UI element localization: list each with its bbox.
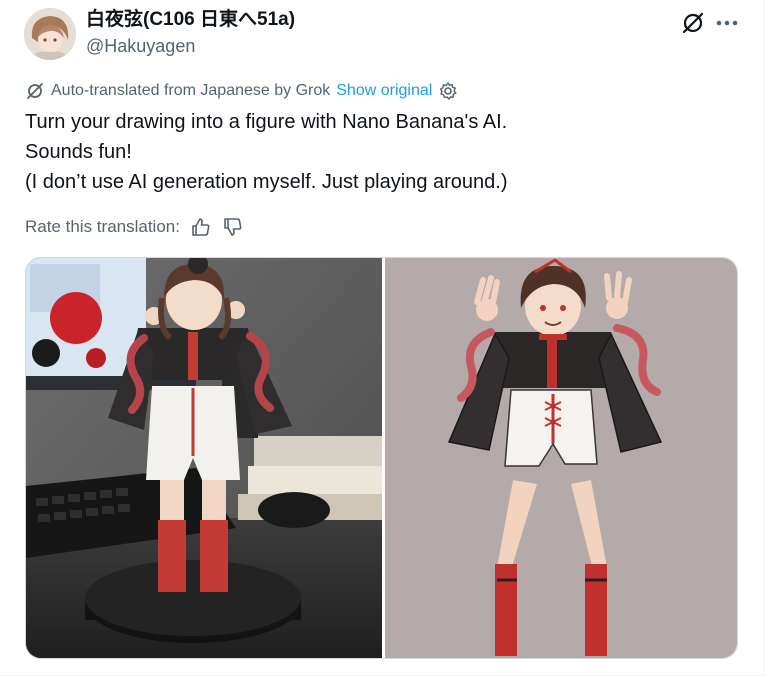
media-grid	[25, 257, 738, 659]
grok-button[interactable]	[680, 10, 706, 36]
media-photo-left[interactable]	[26, 258, 382, 658]
media-photo-right[interactable]	[385, 258, 737, 658]
author-avatar[interactable]	[24, 8, 76, 60]
character-drawing-image	[385, 258, 737, 658]
gear-icon[interactable]	[438, 81, 458, 101]
more-dots-icon	[716, 20, 738, 26]
tweet-line: Turn your drawing into a figure with Nan…	[25, 111, 508, 133]
rate-translation-label: Rate this translation:	[25, 217, 180, 236]
grok-small-icon	[27, 83, 43, 99]
thumbs-down-icon[interactable]	[222, 216, 244, 238]
avatar-icon	[24, 8, 76, 60]
more-options-button[interactable]	[712, 10, 742, 36]
author-display-name[interactable]: 白夜弦(C106 日東へ51a)	[86, 9, 295, 31]
tweet-text: Turn your drawing into a figure with Nan…	[25, 107, 508, 197]
tweet-line: Sounds fun!	[25, 141, 132, 163]
tweet-line: (I don’t use AI generation myself. Just …	[25, 171, 508, 193]
author-handle[interactable]: @Hakuyagen	[86, 35, 195, 57]
tweet-card: 白夜弦(C106 日東へ51a) @Hakuyagen Auto-transla…	[0, 0, 765, 676]
translation-notice: Auto-translated from Japanese by Grok Sh…	[25, 80, 458, 102]
show-original-link[interactable]: Show original	[336, 82, 432, 100]
thumbs-up-icon[interactable]	[190, 216, 212, 238]
translation-notice-text: Auto-translated from Japanese by Grok	[51, 82, 331, 99]
grok-icon	[682, 12, 704, 34]
figure-photo-image	[26, 258, 382, 658]
rate-translation: Rate this translation:	[25, 214, 244, 240]
